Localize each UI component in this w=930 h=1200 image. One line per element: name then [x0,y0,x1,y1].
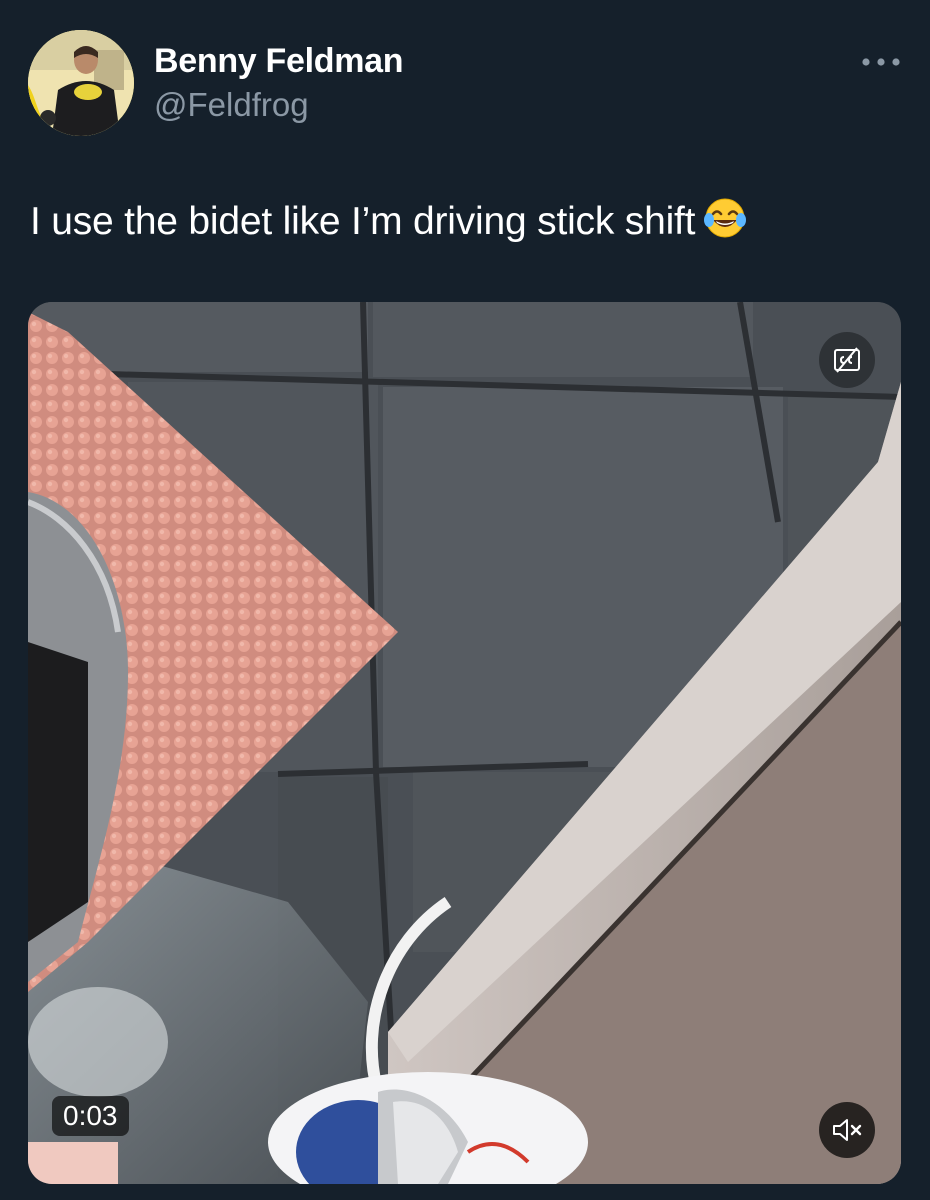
tweet-text-content: I use the bidet like I’m driving stick s… [30,200,696,243]
video-timestamp: 0:03 [52,1096,129,1136]
speaker-muted-icon[interactable] [819,1102,875,1158]
tweet-text: I use the bidet like I’m driving stick s… [30,196,747,250]
video-player[interactable]: 0:03 [28,302,901,1184]
video-frame [28,302,901,1184]
avatar[interactable] [28,30,134,136]
more-options-icon[interactable] [858,50,904,74]
face-with-tears-of-joy-emoji-icon [703,196,747,250]
author-handle[interactable]: @Feldfrog [154,86,309,124]
captions-off-icon[interactable] [819,332,875,388]
author-name[interactable]: Benny Feldman [154,42,404,81]
avatar-photo [28,30,134,136]
